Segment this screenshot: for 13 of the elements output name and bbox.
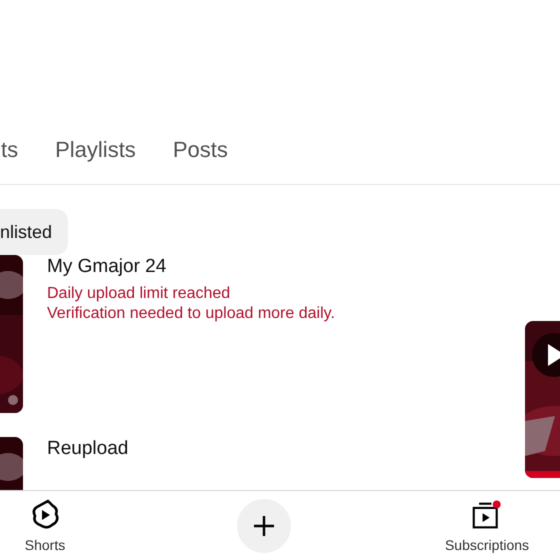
- filter-chip[interactable]: nlisted: [0, 209, 68, 255]
- shorts-icon: [30, 499, 60, 531]
- video-title[interactable]: Reupload: [47, 438, 128, 460]
- tab[interactable]: Posts: [172, 128, 228, 172]
- nav-label[interactable]: Shorts: [24, 537, 66, 553]
- tab[interactable]: ts: [1, 128, 18, 172]
- plus-icon: [252, 514, 276, 538]
- warning-text: Verification needed to upload more daily.: [47, 304, 335, 324]
- tab[interactable]: Playlists: [55, 128, 136, 172]
- video-title[interactable]: My Gmajor 24: [47, 256, 335, 278]
- nav-label[interactable]: Subscriptions: [444, 537, 530, 553]
- subscriptions-icon: [472, 499, 502, 531]
- warning-text: Daily upload limit reached: [47, 284, 232, 304]
